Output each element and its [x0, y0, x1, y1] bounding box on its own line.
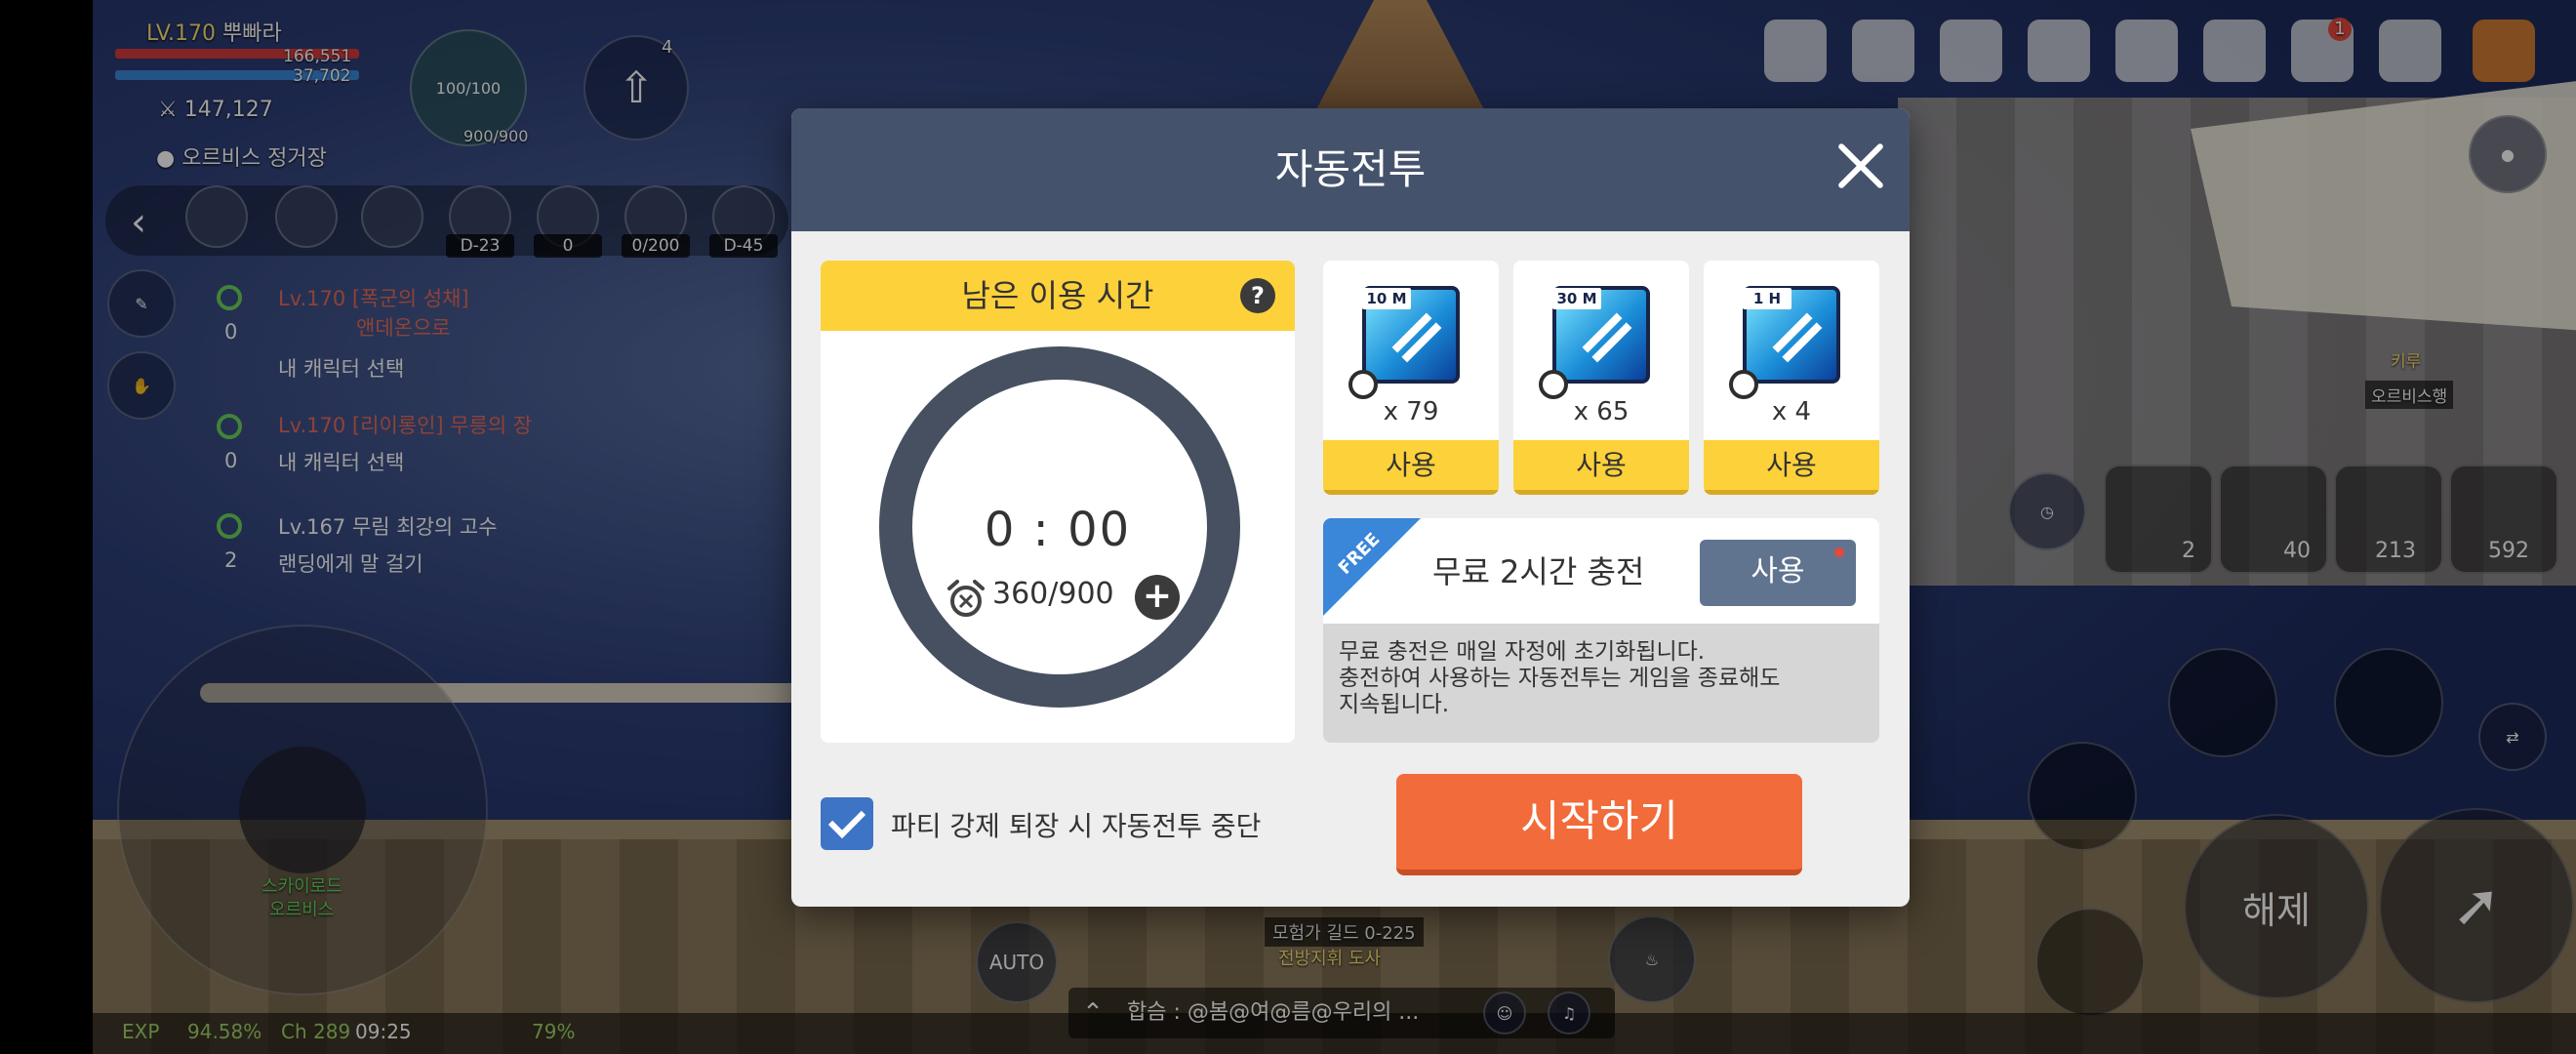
help-icon[interactable]: ?	[1240, 278, 1275, 313]
ticket-tag: 1 H	[1743, 288, 1791, 309]
use-ticket-button[interactable]: 사용	[1704, 440, 1879, 495]
free-charge-use-button[interactable]: 사용	[1700, 540, 1856, 606]
stop-on-kick-checkbox[interactable]	[821, 797, 873, 850]
ticket-card: 10 M x 79 사용	[1323, 261, 1499, 495]
ticket-card: 30 M x 65 사용	[1513, 261, 1689, 495]
ticket-card: 1 H x 4 사용	[1704, 261, 1879, 495]
description-line: 무료 충전은 매일 자정에 초기화됩니다.	[1339, 639, 1706, 665]
charge-count: 360/900	[992, 577, 1114, 611]
remaining-time-title: 남은 이용 시간	[961, 277, 1154, 314]
close-icon[interactable]	[1826, 132, 1894, 200]
free-charge-panel: FREE 무료 2시간 충전 사용 무료 충전은 매일 자정에 초기화됩니다. …	[1323, 518, 1879, 743]
ticket-count: x 4	[1771, 397, 1812, 426]
description-line: 충전하여 사용하는 자동전투는 게임을 종료해도	[1339, 666, 1781, 691]
ticket-tag: 30 M	[1552, 288, 1601, 309]
dialog-title: 자동전투	[1274, 145, 1427, 193]
stop-on-kick-label[interactable]: 파티 강제 퇴장 시 자동전투 중단	[891, 805, 1261, 844]
ticket-count: x 79	[1383, 397, 1439, 426]
new-indicator-dot	[1834, 547, 1844, 557]
free-charge-label: 무료 2시간 충전	[1432, 553, 1645, 590]
add-time-button[interactable]: +	[1135, 575, 1180, 620]
description-line: 지속됩니다.	[1339, 692, 1450, 717]
clock-icon	[1729, 370, 1758, 399]
remaining-time-panel: 남은 이용 시간 ? 0 : 00 360/900 +	[821, 261, 1295, 743]
ticket-count: x 65	[1573, 397, 1630, 426]
ticket-tag: 10 M	[1362, 288, 1411, 309]
auto-battle-dialog: 자동전투 남은 이용 시간 ? 0 : 00 360/900 + 10 M x …	[791, 108, 1910, 907]
use-ticket-button[interactable]: 사용	[1513, 440, 1689, 495]
use-ticket-button[interactable]: 사용	[1323, 440, 1499, 495]
free-charge-description: 무료 충전은 매일 자정에 초기화됩니다. 충전하여 사용하는 자동전투는 게임…	[1339, 639, 1866, 718]
clock-icon	[1539, 370, 1568, 399]
remaining-time-value: 0 : 00	[984, 503, 1132, 557]
start-button[interactable]: 시작하기	[1396, 774, 1802, 875]
alarm-clock-icon	[947, 580, 985, 617]
clock-icon	[1348, 370, 1378, 399]
